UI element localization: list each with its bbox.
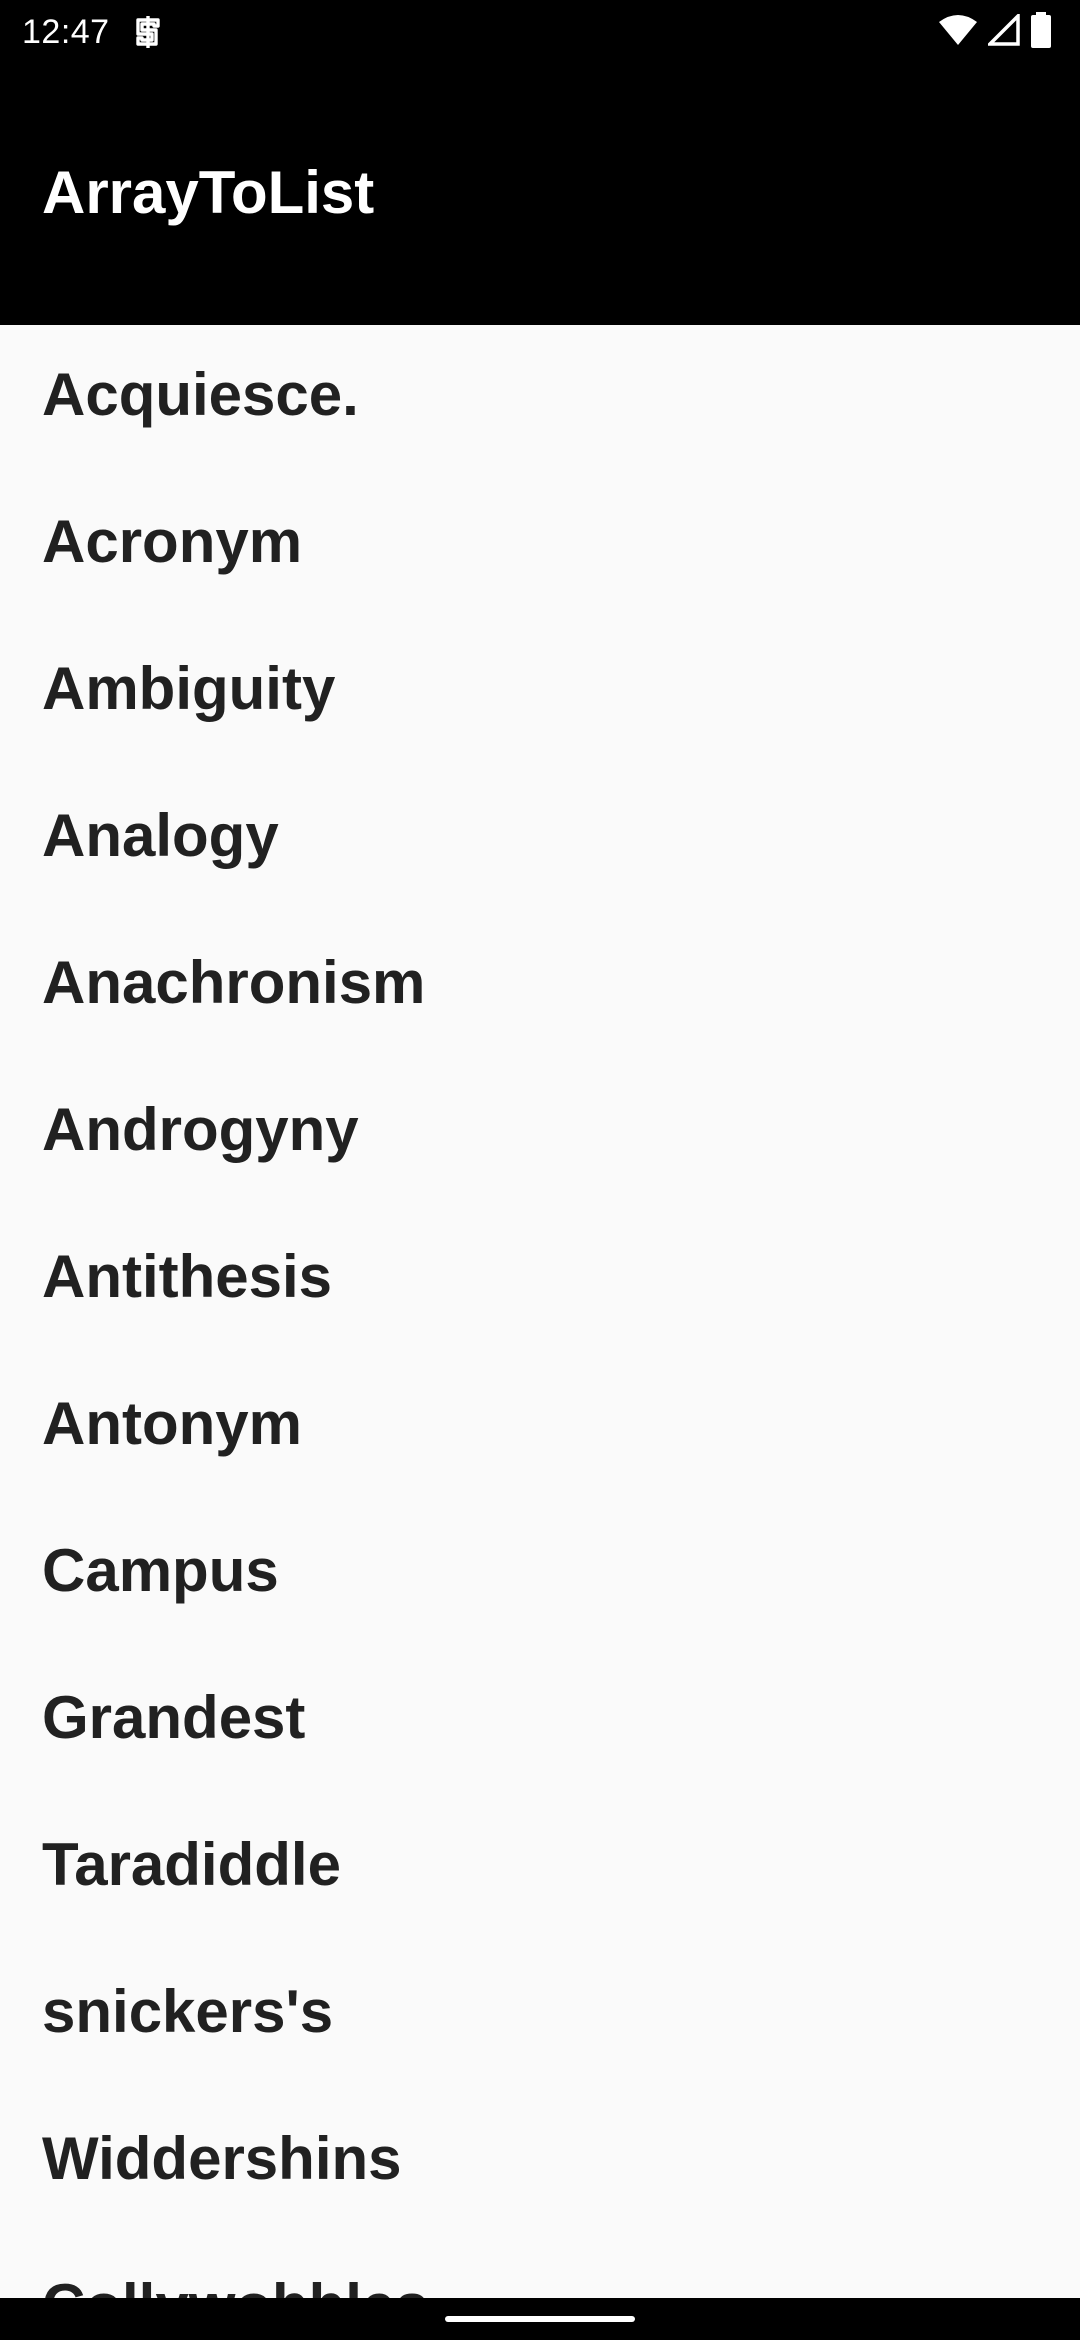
list-item-label: Ambiguity bbox=[42, 655, 336, 722]
app-bar: ArrayToList bbox=[0, 65, 1080, 325]
navigation-bar bbox=[0, 2298, 1080, 2340]
list-item[interactable]: Taradiddle bbox=[0, 1795, 1080, 1942]
home-gesture-handle[interactable] bbox=[445, 2316, 635, 2322]
battery-icon bbox=[1030, 11, 1052, 53]
list-item[interactable]: Antithesis bbox=[0, 1207, 1080, 1354]
list-item-label: Taradiddle bbox=[42, 1831, 341, 1898]
list-item[interactable]: Acquiesce. bbox=[0, 325, 1080, 472]
status-time: 12:47 bbox=[22, 13, 110, 51]
list-item-label: Acquiesce. bbox=[42, 361, 359, 428]
app-title: ArrayToList bbox=[42, 159, 375, 226]
list-item[interactable]: Antonym bbox=[0, 1354, 1080, 1501]
word-list[interactable]: Acquiesce. Acronym Ambiguity Analogy Ana… bbox=[0, 325, 1080, 2298]
list-item-label: Collywobbles bbox=[42, 2270, 429, 2298]
list-item-label: Anachronism bbox=[42, 949, 426, 1016]
list-item-label: Acronym bbox=[42, 508, 303, 575]
list-item[interactable]: Analogy bbox=[0, 766, 1080, 913]
list-item-label: Campus bbox=[42, 1537, 279, 1604]
cell-signal-icon bbox=[985, 11, 1020, 51]
list-item[interactable]: Grandest bbox=[0, 1648, 1080, 1795]
list-item[interactable]: Campus bbox=[0, 1501, 1080, 1648]
list-item[interactable]: Androgyny bbox=[0, 1060, 1080, 1207]
list-item[interactable]: Widdershins bbox=[0, 2089, 1080, 2236]
status-bar: 12:47 bbox=[0, 0, 1080, 65]
list-item-label: Androgyny bbox=[42, 1096, 359, 1163]
list-item[interactable]: Collywobbles bbox=[0, 2236, 1080, 2298]
list-item-label: Antonym bbox=[42, 1390, 302, 1457]
status-icons bbox=[938, 11, 1052, 53]
list-item[interactable]: Anachronism bbox=[0, 913, 1080, 1060]
list-item-label: Grandest bbox=[42, 1684, 306, 1751]
list-item[interactable]: Ambiguity bbox=[0, 619, 1080, 766]
list-item[interactable]: snickers's bbox=[0, 1942, 1080, 2089]
list-item-label: Antithesis bbox=[42, 1243, 333, 1310]
list-item[interactable]: Acronym bbox=[0, 472, 1080, 619]
wifi-icon bbox=[938, 14, 978, 51]
sync-notification-icon bbox=[132, 14, 164, 50]
list-item-label: snickers's bbox=[42, 1978, 334, 2045]
list-item-label: Widdershins bbox=[42, 2125, 402, 2192]
list-item-label: Analogy bbox=[42, 802, 279, 869]
